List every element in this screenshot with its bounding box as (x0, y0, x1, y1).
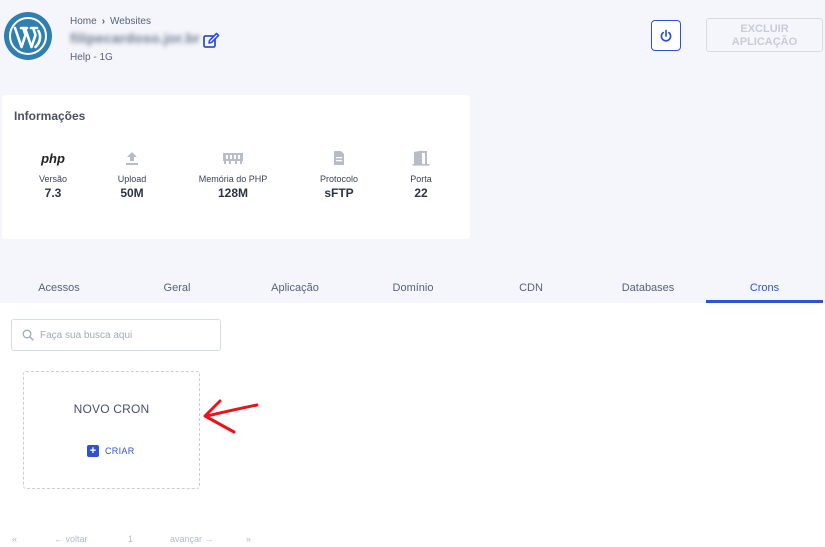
tab-aplicacao[interactable]: Aplicação (236, 275, 354, 303)
upload-icon (126, 152, 138, 165)
info-port: Porta 22 (376, 147, 466, 201)
tab-acessos[interactable]: Acessos (0, 275, 118, 303)
info-label: Protocolo (319, 174, 359, 184)
tab-bar: Acessos Geral Aplicação Domínio CDN Data… (0, 275, 825, 303)
tab-geral[interactable]: Geral (118, 275, 236, 303)
tab-crons[interactable]: Crons (706, 275, 823, 303)
door-icon (412, 150, 430, 166)
site-name: filipecardoso.jor.br (70, 30, 201, 46)
info-value: 22 (414, 186, 428, 200)
info-php-memory: Memória do PHP 128M (188, 147, 278, 201)
new-cron-card: NOVO CRON + CRIAR (23, 371, 200, 489)
tab-cdn[interactable]: CDN (472, 275, 590, 303)
power-icon (660, 29, 672, 42)
search-icon (22, 329, 34, 341)
info-upload: Upload 50M (87, 147, 177, 201)
php-logo: php (41, 150, 65, 166)
info-label: Versão (38, 174, 68, 184)
search-box (11, 319, 221, 351)
plus-icon: + (87, 445, 99, 457)
tab-dominio[interactable]: Domínio (354, 275, 472, 303)
info-label: Memória do PHP (198, 174, 268, 184)
create-cron-button[interactable]: + CRIAR (87, 445, 135, 457)
tab-databases[interactable]: Databases (590, 275, 706, 303)
annotation-arrow-icon (203, 399, 259, 434)
breadcrumb-websites[interactable]: Websites (110, 16, 151, 27)
pagination-first[interactable]: « (12, 534, 17, 544)
info-value: 7.3 (44, 186, 62, 200)
pagination-prev[interactable]: ← voltar (54, 534, 88, 544)
pagination: « ← voltar 1 avançar → » (0, 534, 300, 547)
info-label: Porta (410, 174, 432, 184)
pagination-page[interactable]: 1 (128, 534, 133, 544)
info-label: Upload (117, 174, 147, 184)
document-icon (334, 151, 344, 165)
info-value: sFTP (324, 186, 354, 200)
info-value: 128M (217, 186, 249, 200)
pagination-next[interactable]: avançar → (170, 534, 214, 544)
info-value: 50M (120, 186, 144, 200)
info-title: Informações (14, 109, 86, 123)
crons-panel: NOVO CRON + CRIAR « ← voltar 1 avançar →… (0, 303, 825, 547)
wordpress-logo (4, 12, 52, 60)
info-card: Informações php Versão 7.3 Upload 50M Me… (2, 95, 470, 239)
delete-application-button[interactable]: EXCLUIR APLICAÇÃO (706, 18, 823, 52)
power-button[interactable] (651, 20, 681, 51)
search-input[interactable] (40, 329, 210, 341)
memory-icon (223, 153, 243, 164)
breadcrumb-separator: › (101, 16, 106, 27)
new-cron-title: NOVO CRON (73, 402, 150, 416)
breadcrumb-home[interactable]: Home (70, 16, 97, 27)
create-cron-label: CRIAR (105, 446, 135, 456)
plan-label: Help - 1G (70, 52, 113, 63)
info-protocol: Protocolo sFTP (294, 147, 384, 201)
info-version: php Versão 7.3 (8, 147, 98, 201)
edit-icon[interactable] (202, 32, 220, 50)
breadcrumb: Home › Websites (70, 16, 151, 27)
pagination-last[interactable]: » (246, 534, 251, 544)
